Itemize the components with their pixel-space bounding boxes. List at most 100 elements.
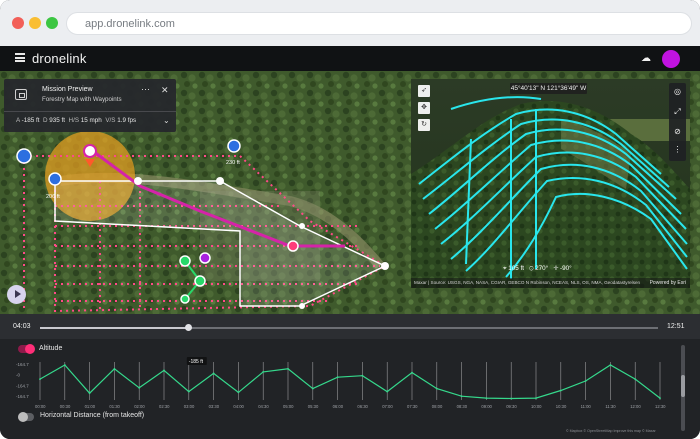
x-tick-label: 06:30 [357,404,368,409]
maximize-window-dot[interactable] [46,17,58,29]
polygon-vertex[interactable] [299,223,305,229]
play-button[interactable] [7,285,26,304]
timeline-bar: 04:03 12:51 [0,314,700,339]
altitude-data-point [361,374,364,377]
drone-position-marker[interactable] [199,252,211,264]
stat-hspeed-key: H/S [68,117,80,124]
polygon-vertex[interactable] [216,177,224,185]
x-tick-label: 08:00 [432,404,443,409]
altitude-data-point [485,397,488,399]
waypoint-2[interactable] [194,275,206,287]
app-window: app.dronelink.com dronelink ☁ 206 ft 230… [0,0,700,439]
disable-icon[interactable]: ⊘ [669,127,686,136]
altitude-data-point [435,387,438,390]
rotate-icon[interactable]: ↻ [418,119,430,131]
address-bar[interactable]: app.dronelink.com [66,12,692,35]
elevation-profile-panel: Altitude -164.7 -0 -164.7 -164.7 00:00 00:30 0… [0,339,700,439]
pin-marker[interactable] [48,172,62,186]
x-tick-label: 10:30 [556,404,567,409]
map-credit: © Mapbox © OpenStreetMap Improve this ma… [566,429,656,433]
x-tick-label: 05:00 [283,404,294,409]
profile-scrollbar-thumb[interactable] [681,375,685,397]
altitude-data-point [411,371,413,374]
cloud-upload-icon[interactable]: ☁ [641,53,651,64]
timeline-current-time: 04:03 [13,323,31,330]
stat-distance: 935 ft [49,117,66,124]
altitude-label: Altitude [39,345,63,352]
close-window-dot[interactable] [12,17,24,29]
map-attribution: Maxar | Source: USGS, NGA, NASA, CGIAR, … [411,278,690,288]
3d-view-toolbar: ◎ ⤢ ⊘ ⋮ [669,83,686,161]
x-tick-label: 03:00 [184,404,195,409]
altitude-data-point [584,380,587,382]
x-tick-label: 08:30 [457,404,468,409]
altitude-chart[interactable]: -164.7 -0 -164.7 -164.7 00:00 00:30 01:00 01:30… [0,356,700,412]
3d-navigation-controls: ➶ ✥ ↻ [418,85,430,131]
stat-distance-key: D [42,117,48,124]
waypoint-3[interactable] [180,294,190,304]
chevron-down-icon[interactable]: ⌄ [163,116,170,125]
hud-gimbal: -90° [559,265,572,272]
polygon-vertex[interactable] [381,262,389,270]
powered-by-esri[interactable]: Powered by Esri [650,278,686,288]
x-tick-label: 05:30 [308,404,319,409]
pan-icon[interactable]: ✥ [418,102,430,114]
timeline-scrubber[interactable] [40,324,658,331]
altitude-data-point [311,387,314,390]
altitude-data-point [187,390,190,393]
address-bar-url: app.dronelink.com [85,18,175,30]
altitude-data-point [138,386,141,389]
close-icon[interactable]: ✕ [161,85,169,96]
x-tick-label: 07:00 [382,404,393,409]
distance-label-a: 206 ft [46,194,60,200]
stat-vspeed: 1.9 fps [117,117,137,124]
timeline-handle[interactable] [185,324,193,331]
altitude-data-point [163,369,165,372]
mission-stats: A -185 ft D 935 ft H/S 15 mph V/S 1.9 fp… [16,117,136,124]
altitude-tooltip-text: -185 ft [189,359,204,365]
altitude-data-point [287,367,289,370]
waypoint-1[interactable] [179,255,191,267]
panel-divider [4,111,176,112]
hide-icon[interactable]: ◎ [669,87,686,96]
3d-terrain-canvas[interactable] [411,79,690,288]
x-tick-label: 02:30 [159,404,170,409]
expand-icon[interactable]: ⤢ [669,107,686,117]
y-tick-label: -164.7 [16,362,29,367]
y-tick-label: -164.7 [16,383,29,388]
x-tick-label: 06:00 [333,404,344,409]
mission-plan-icon [15,89,27,100]
mission-subtitle: Forestry Map with Waypoints [42,96,122,103]
hamburger-menu-icon[interactable] [15,53,25,62]
stat-hspeed: 15 mph [80,117,102,124]
y-tick-label: -0 [16,373,20,378]
polygon-vertex[interactable] [299,303,305,309]
orbit-poi-marker[interactable] [83,144,97,158]
altitude-data-point [510,397,513,400]
waypoint-marker[interactable] [287,240,299,252]
pin-marker[interactable] [227,139,241,153]
horizontal-distance-label: Horizontal Distance (from takeoff) [40,412,145,419]
coordinates-readout: 45°40'13" N 121°36'49" W [510,83,587,94]
3d-preview[interactable]: 45°40'13" N 121°36'49" W ➶ ✥ ↻ ◎ ⤢ ⊘ ⋮ ⌖… [411,79,690,288]
profile-scrollbar[interactable] [681,345,685,431]
browser-chrome: app.dronelink.com [0,0,700,46]
x-tick-label: 12:30 [655,404,666,409]
minimize-window-dot[interactable] [29,17,41,29]
altitude-data-point [237,391,240,394]
horizontal-distance-toggle[interactable] [18,412,34,422]
more-options-icon[interactable]: ⋮ [669,145,686,154]
x-tick-label: 00:30 [60,404,71,409]
x-tick-label: 11:00 [581,404,592,409]
altitude-series-line [39,364,661,400]
polygon-vertex[interactable] [134,177,142,185]
mission-preview-panel: Mission Preview Forestry Map with Waypoi… [4,79,176,132]
altitude-toggle[interactable] [18,344,35,354]
user-avatar[interactable] [662,50,680,68]
toggle-knob [18,412,28,422]
compass-icon[interactable]: ➶ [418,85,430,97]
altitude-data-point [609,364,612,366]
more-options-icon[interactable]: ⋯ [141,84,150,95]
takeoff-marker[interactable] [16,148,32,164]
altitude-data-point [659,397,661,399]
